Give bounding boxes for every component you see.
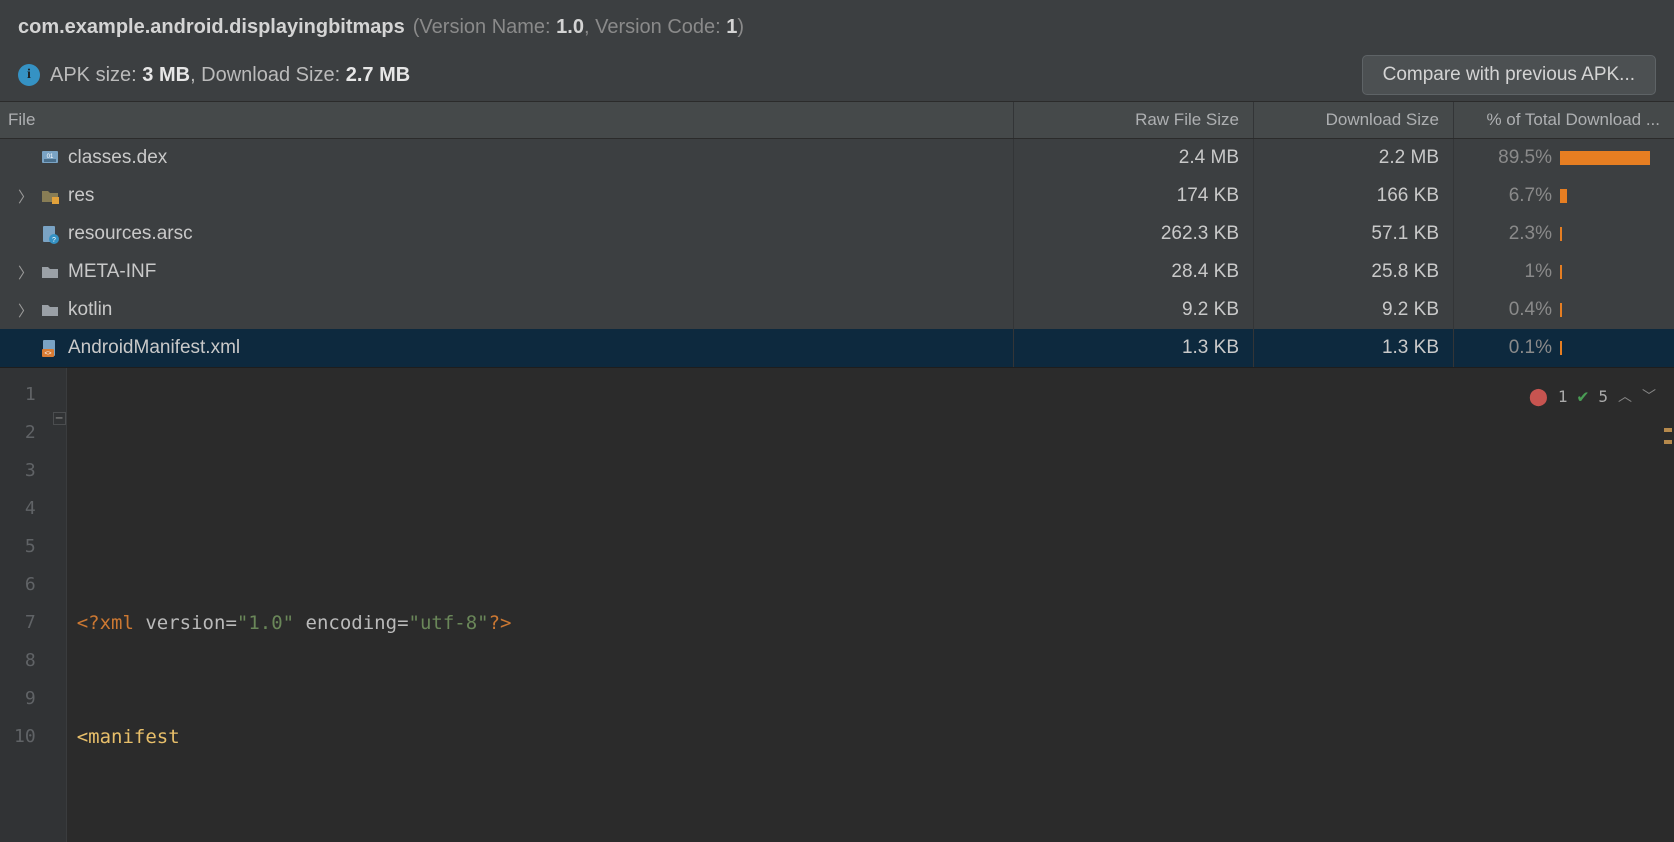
percent-text: 2.3% <box>1496 223 1552 245</box>
inspection-widget[interactable]: ⬤ 1 ✔5 ︿ ﹀ <box>1525 376 1660 418</box>
raw-size: 9.2 KB <box>1014 291 1254 329</box>
folder-plain-icon <box>40 262 60 282</box>
col-header-file[interactable]: File <box>0 102 1014 138</box>
download-size: 9.2 KB <box>1254 291 1454 329</box>
download-size: 1.3 KB <box>1254 329 1454 367</box>
warning-count: 5 <box>1598 378 1608 416</box>
line-number: 7 <box>14 604 36 642</box>
file-name: META-INF <box>68 261 156 283</box>
percent-text: 89.5% <box>1496 147 1552 169</box>
raw-size: 28.4 KB <box>1014 253 1254 291</box>
editor-gutter: 12345678910 <box>0 368 67 842</box>
line-number: 5 <box>14 528 36 566</box>
file-name: AndroidManifest.xml <box>68 337 240 359</box>
apk-title-line: com.example.android.displayingbitmaps (V… <box>18 16 1656 39</box>
download-size: 57.1 KB <box>1254 215 1454 253</box>
file-name: res <box>68 185 94 207</box>
table-row[interactable]: 〉<>AndroidManifest.xml1.3 KB1.3 KB0.1% <box>0 329 1674 367</box>
package-name: com.example.android.displayingbitmaps <box>18 16 405 39</box>
dex-icon: 01 <box>40 148 60 168</box>
file-name: resources.arsc <box>68 223 193 245</box>
svg-text:01: 01 <box>47 154 54 160</box>
line-number: 8 <box>14 642 36 680</box>
code-editor[interactable]: 12345678910 − ⬤1 ✔5 ︿ ﹀ <?xml version="1… <box>0 367 1674 842</box>
table-row[interactable]: 〉?resources.arsc262.3 KB57.1 KB2.3% <box>0 215 1674 253</box>
expand-chevron-icon[interactable]: 〉 <box>18 262 32 283</box>
svg-text:<>: <> <box>44 351 52 357</box>
compare-apk-button[interactable]: Compare with previous APK... <box>1362 55 1656 95</box>
download-size: 2.2 MB <box>1254 139 1454 177</box>
code-line: <manifest <box>77 718 1674 756</box>
percent-text: 1% <box>1496 261 1552 283</box>
info-icon: i <box>18 64 40 86</box>
editor-code[interactable]: − ⬤1 ✔5 ︿ ﹀ <?xml version="1.0" encoding… <box>67 368 1674 842</box>
expand-chevron-icon[interactable]: 〉 <box>18 186 32 207</box>
percent-text: 0.4% <box>1496 299 1552 321</box>
percent-text: 6.7% <box>1496 185 1552 207</box>
col-header-percent[interactable]: % of Total Download ... <box>1454 102 1674 138</box>
percent-bar <box>1560 263 1660 281</box>
error-count: 1 <box>1558 378 1568 416</box>
svg-text:?: ? <box>52 237 56 244</box>
apk-size-line: i APK size: 3 MB, Download Size: 2.7 MB <box>18 64 410 87</box>
expand-chevron-icon[interactable]: 〉 <box>18 300 32 321</box>
line-number: 1 <box>14 376 36 414</box>
table-row[interactable]: 〉 kotlin 9.2 KB9.2 KB 0.4% <box>0 291 1674 329</box>
percent-bar <box>1560 187 1660 205</box>
raw-size: 2.4 MB <box>1014 139 1254 177</box>
raw-size: 262.3 KB <box>1014 215 1254 253</box>
col-header-raw[interactable]: Raw File Size <box>1014 102 1254 138</box>
fold-toggle-icon[interactable]: − <box>53 412 66 425</box>
version-meta: (Version Name: 1.0, Version Code: 1) <box>413 16 744 39</box>
download-size: 166 KB <box>1254 177 1454 215</box>
percent-bar <box>1560 301 1660 319</box>
line-number: 2 <box>14 414 36 452</box>
error-icon: ⬤ <box>1529 378 1548 416</box>
code-line: <?xml version="1.0" encoding="utf-8"?> <box>77 604 1674 642</box>
table-row[interactable]: 〉 res 174 KB166 KB 6.7% <box>0 177 1674 215</box>
line-number: 6 <box>14 566 36 604</box>
download-size: 25.8 KB <box>1254 253 1454 291</box>
apk-header: com.example.android.displayingbitmaps (V… <box>0 0 1674 101</box>
error-stripe[interactable] <box>1662 368 1672 842</box>
line-number: 3 <box>14 452 36 490</box>
file-table: File Raw File Size Download Size % of To… <box>0 101 1674 367</box>
line-number: 9 <box>14 680 36 718</box>
percent-bar <box>1560 225 1660 243</box>
file-name: kotlin <box>68 299 112 321</box>
prev-highlight-icon[interactable]: ︿ <box>1618 378 1632 416</box>
raw-size: 1.3 KB <box>1014 329 1254 367</box>
table-row[interactable]: 〉01classes.dex2.4 MB2.2 MB89.5% <box>0 139 1674 177</box>
folder-icon <box>40 186 60 206</box>
warning-icon: ✔ <box>1578 378 1589 416</box>
arsc-icon: ? <box>40 224 60 244</box>
raw-size: 174 KB <box>1014 177 1254 215</box>
line-number: 10 <box>14 718 36 756</box>
percent-text: 0.1% <box>1496 337 1552 359</box>
code-line: xmlns:android="http://schemas.android.co… <box>77 832 1674 842</box>
file-name: classes.dex <box>68 147 167 169</box>
folder-plain-icon <box>40 300 60 320</box>
percent-bar <box>1560 339 1660 357</box>
xml-icon: <> <box>40 338 60 358</box>
percent-bar <box>1560 149 1660 167</box>
next-highlight-icon[interactable]: ﹀ <box>1642 378 1656 416</box>
file-table-header: File Raw File Size Download Size % of To… <box>0 102 1674 139</box>
col-header-download[interactable]: Download Size <box>1254 102 1454 138</box>
table-row[interactable]: 〉 META-INF 28.4 KB25.8 KB 1% <box>0 253 1674 291</box>
line-number: 4 <box>14 490 36 528</box>
